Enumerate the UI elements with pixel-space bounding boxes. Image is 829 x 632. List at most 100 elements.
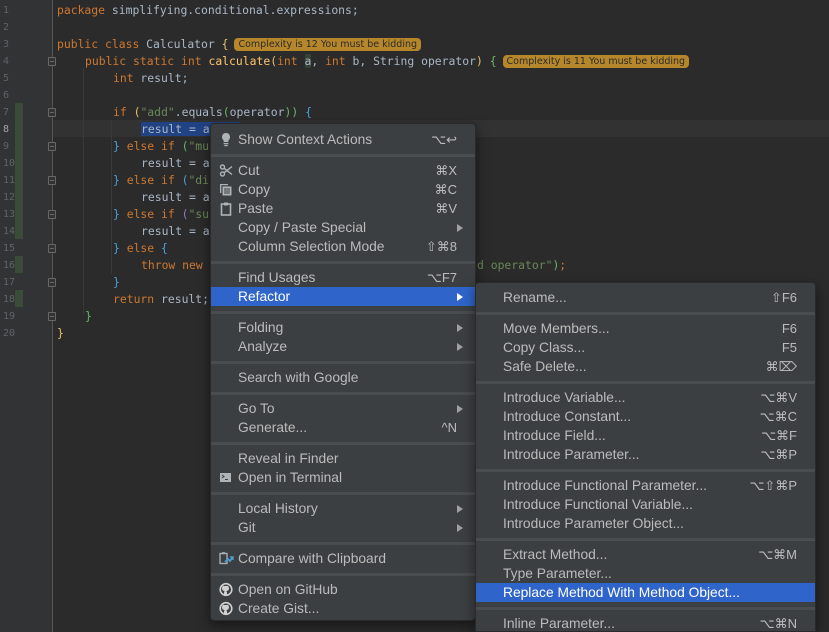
line-number[interactable]: 10 (3, 155, 17, 172)
submenu-item-copy-class[interactable]: Copy Class... F5 (476, 338, 815, 357)
submenu-item-extract-method[interactable]: Extract Method... ⌥⌘M (476, 545, 815, 564)
menu-item-search-with-google[interactable]: Search with Google (211, 368, 475, 387)
submenu-item-introduce-parameter-object[interactable]: Introduce Parameter Object... (476, 514, 815, 533)
menu-item-paste[interactable]: Paste ⌘V (211, 199, 475, 218)
line-number[interactable]: 2 (3, 19, 17, 36)
submenu-item-introduce-functional-variable[interactable]: Introduce Functional Variable... (476, 495, 815, 514)
menu-item-generate[interactable]: Generate... ^N (211, 418, 475, 437)
submenu-item-introduce-field[interactable]: Introduce Field... ⌥⌘F (476, 426, 815, 445)
code-text: , (311, 54, 326, 68)
line-number[interactable]: 1 (3, 2, 17, 19)
submenu-item-type-parameter[interactable]: Type Parameter... (476, 564, 815, 583)
line-number[interactable]: 7 (3, 104, 17, 121)
code-line-4[interactable]: public static int calculate(int a, int b… (85, 53, 690, 70)
fold-marker-icon[interactable] (48, 244, 56, 253)
menu-item-open-on-github[interactable]: Open on GitHub (211, 580, 475, 599)
fold-marker-icon[interactable] (48, 108, 56, 117)
menu-item-label: Rename... (503, 290, 567, 305)
submenu-item-introduce-variable[interactable]: Introduce Variable... ⌥⌘V (476, 388, 815, 407)
menu-item-show-context-actions[interactable]: Show Context Actions ⌥↩ (211, 130, 475, 149)
brace: { (161, 241, 168, 255)
string-literal: "add" (140, 105, 175, 119)
code-line-17[interactable]: } (113, 274, 120, 291)
menu-item-analyze[interactable]: Analyze (211, 337, 475, 356)
menu-item-git[interactable]: Git (211, 518, 475, 537)
code-text: simplifying.conditional.expressions; (105, 3, 359, 17)
fold-marker-icon[interactable] (48, 142, 56, 151)
menu-separator (211, 542, 475, 545)
fold-marker-icon[interactable] (48, 312, 56, 321)
menu-item-open-in-terminal[interactable]: Open in Terminal (211, 468, 475, 487)
code-line-1[interactable]: package simplifying.conditional.expressi… (57, 2, 359, 19)
menu-item-cut[interactable]: Cut ⌘X (211, 161, 475, 180)
submenu-item-safe-delete[interactable]: Safe Delete... ⌘⌦ (476, 357, 815, 376)
menu-item-copy-paste-special[interactable]: Copy / Paste Special (211, 218, 475, 237)
menu-item-label: Refactor (238, 289, 291, 304)
fold-marker-icon[interactable] (48, 210, 56, 219)
line-number[interactable]: 15 (3, 240, 17, 257)
fold-marker-icon[interactable] (48, 57, 56, 66)
menu-item-label: Cut (238, 163, 260, 178)
github-icon (219, 582, 233, 597)
menu-separator (476, 312, 815, 315)
submenu-item-move-members[interactable]: Move Members... F6 (476, 319, 815, 338)
code-line-18[interactable]: return result; (113, 291, 209, 308)
code-line-5[interactable]: int result; (113, 70, 188, 87)
menu-item-folding[interactable]: Folding (211, 318, 475, 337)
code-line-14[interactable]: result = a (141, 223, 210, 240)
line-number[interactable]: 19 (3, 308, 17, 325)
code-line-13[interactable]: } else if ("su (113, 206, 209, 223)
line-number[interactable]: 3 (3, 36, 17, 53)
code-line-15[interactable]: } else { (113, 240, 168, 257)
menu-item-copy[interactable]: Copy ⌘C (211, 180, 475, 199)
submenu-item-introduce-constant[interactable]: Introduce Constant... ⌥⌘C (476, 407, 815, 426)
menu-item-create-gist[interactable]: Create Gist... (211, 599, 475, 618)
code-line-19[interactable]: } (85, 308, 92, 325)
menu-item-local-history[interactable]: Local History (211, 499, 475, 518)
code-line-3[interactable]: public class Calculator {Complexity is 1… (57, 36, 422, 53)
submenu-item-inline-parameter[interactable]: Inline Parameter... ⌥⌘N (476, 614, 815, 632)
submenu-item-introduce-parameter[interactable]: Introduce Parameter... ⌥⌘P (476, 445, 815, 464)
code-text: result = a (141, 190, 210, 204)
line-number[interactable]: 17 (3, 274, 17, 291)
line-number[interactable]: 11 (3, 172, 17, 189)
line-number[interactable]: 13 (3, 206, 17, 223)
code-line-12[interactable]: result = a (141, 189, 210, 206)
code-line-16-tail[interactable]: d operator"); (477, 257, 566, 274)
code-line-10[interactable]: result = a (141, 155, 210, 172)
shortcut-label: ⌥⌘C (759, 409, 797, 424)
line-number[interactable]: 8 (3, 121, 17, 138)
complexity-hint-badge[interactable]: Complexity is 12 You must be kidding (234, 38, 422, 51)
line-number[interactable]: 4 (3, 53, 17, 70)
keyword: int (277, 54, 298, 68)
code-line-11[interactable]: } else if ("di (113, 172, 209, 189)
submenu-item-rename[interactable]: Rename... ⇧F6 (476, 288, 815, 307)
menu-item-label: Search with Google (238, 370, 359, 385)
menu-item-refactor[interactable]: Refactor (211, 287, 475, 306)
complexity-hint-badge[interactable]: Complexity is 11 You must be kidding (502, 55, 690, 68)
menu-item-go-to[interactable]: Go To (211, 399, 475, 418)
fold-marker-icon[interactable] (48, 278, 56, 287)
line-number[interactable]: 16 (3, 257, 17, 274)
code-line-16[interactable]: throw new (141, 257, 203, 274)
menu-item-column-selection-mode[interactable]: Column Selection Mode ⇧⌘8 (211, 237, 475, 256)
line-number[interactable]: 5 (3, 70, 17, 87)
submenu-item-replace-method-with-method-object[interactable]: Replace Method With Method Object... (476, 583, 815, 602)
code-line-20[interactable]: } (57, 325, 64, 342)
menu-item-find-usages[interactable]: Find Usages ⌥F7 (211, 268, 475, 287)
line-number[interactable]: 12 (3, 189, 17, 206)
code-line-9[interactable]: } else if ("mu (113, 138, 209, 155)
menu-item-compare-with-clipboard[interactable]: Compare with Clipboard (211, 549, 475, 568)
line-number[interactable]: 14 (3, 223, 17, 240)
submenu-item-introduce-functional-parameter[interactable]: Introduce Functional Parameter... ⌥⇧⌘P (476, 476, 815, 495)
menu-item-reveal-in-finder[interactable]: Reveal in Finder (211, 449, 475, 468)
shortcut-label: ⌘C (434, 182, 457, 197)
indent-guide (83, 68, 84, 314)
line-number[interactable]: 20 (3, 325, 17, 342)
code-line-7[interactable]: if ("add".equals(operator)) { (113, 104, 312, 121)
line-number[interactable]: 9 (3, 138, 17, 155)
menu-item-label: Move Members... (503, 321, 610, 336)
line-number[interactable]: 18 (3, 291, 17, 308)
fold-marker-icon[interactable] (48, 176, 56, 185)
line-number[interactable]: 6 (3, 87, 17, 104)
